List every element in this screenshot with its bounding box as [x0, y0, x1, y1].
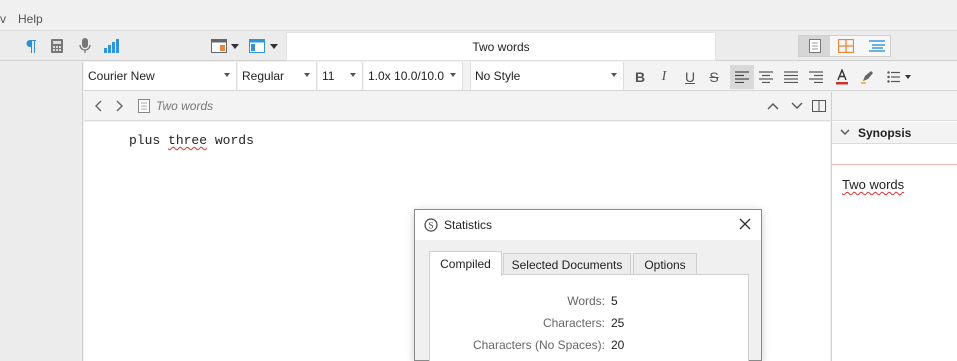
stat-label: Characters (No Spaces): [472, 338, 605, 352]
highlight-icon[interactable] [857, 67, 877, 87]
inspector-panel: Synopsis Two words [831, 92, 957, 361]
font-size-value: 11 [322, 69, 335, 83]
align-left-icon[interactable] [730, 65, 754, 89]
chevron-down-icon[interactable] [789, 98, 805, 114]
stat-row-words: Words: 5 [430, 294, 750, 312]
pilcrow-icon[interactable] [22, 37, 40, 55]
microphone-icon[interactable] [76, 37, 94, 55]
synopsis-divider [832, 164, 957, 165]
stat-value: 5 [611, 294, 618, 308]
svg-text:S: S [428, 221, 433, 231]
editor-content[interactable]: plus three words [129, 133, 254, 148]
bar-chart-icon[interactable] [102, 37, 120, 55]
document-title-field[interactable]: Two words [286, 32, 716, 61]
menu-help[interactable]: Help [12, 12, 49, 26]
style-value: No Style [475, 69, 521, 83]
synopsis-text[interactable]: Two words [842, 177, 904, 192]
panel-dropdown-icon[interactable] [268, 37, 280, 55]
tab-selected-documents[interactable]: Selected Documents [503, 253, 631, 275]
chevron-down-icon[interactable] [840, 129, 850, 136]
tab-options[interactable]: Options [633, 253, 697, 275]
font-size-select[interactable]: 11 [318, 62, 363, 90]
keyboard-icon[interactable] [48, 37, 66, 55]
panel-icon[interactable] [248, 37, 266, 55]
document-icon [136, 98, 152, 114]
chevron-up-icon[interactable] [765, 98, 781, 114]
editor-header: Two words [84, 92, 830, 121]
underline-button[interactable]: U [680, 67, 700, 87]
dialog-title: Statistics [444, 218, 493, 232]
stat-value: 20 [611, 338, 625, 352]
line-spacing-value: 1.0x 10.0/10.0 [368, 69, 445, 83]
synopsis-label: Synopsis [858, 125, 912, 140]
layout-icon[interactable] [210, 37, 228, 55]
corkboard-view-icon[interactable] [830, 36, 861, 56]
main-toolbar: Two words [0, 30, 957, 61]
font-family-select[interactable]: Courier New [84, 62, 237, 90]
font-weight-value: Regular [242, 69, 285, 83]
italic-button[interactable]: I [654, 67, 674, 87]
strikethrough-button[interactable]: S [704, 67, 724, 87]
close-icon[interactable] [737, 216, 753, 232]
back-icon[interactable] [90, 98, 106, 114]
tab-compiled[interactable]: Compiled [429, 251, 502, 276]
stat-value: 25 [611, 316, 625, 330]
split-editor-icon[interactable] [811, 98, 827, 114]
view-mode-group [798, 35, 891, 57]
align-center-icon[interactable] [756, 67, 776, 87]
stat-label: Characters: [542, 316, 605, 330]
stat-row-characters: Characters: 25 [430, 316, 750, 334]
statistics-dialog: S Statistics Compiled Selected Documents… [414, 209, 762, 361]
dialog-titlebar[interactable]: S Statistics [415, 210, 761, 240]
align-justify-icon[interactable] [781, 67, 801, 87]
scrivener-logo-icon: S [424, 218, 438, 232]
document-view-icon[interactable] [799, 36, 830, 56]
app-window: v Help Two words Courier New Regular 11 … [0, 0, 957, 361]
text-color-icon[interactable] [832, 67, 852, 87]
layout-dropdown-icon[interactable] [229, 37, 241, 55]
stat-label: Words: [567, 294, 605, 308]
font-weight-select[interactable]: Regular [238, 62, 317, 90]
binder-panel[interactable] [0, 62, 83, 361]
list-icon[interactable] [884, 67, 914, 87]
forward-icon[interactable] [112, 98, 128, 114]
bold-button[interactable]: B [630, 67, 650, 87]
outline-view-icon[interactable] [861, 36, 892, 56]
inspector-toolbar [832, 92, 957, 121]
misspelled-word[interactable]: three [168, 133, 207, 148]
align-right-icon[interactable] [806, 67, 826, 87]
editor-word: words [214, 133, 254, 148]
editor-document-title: Two words [156, 99, 214, 113]
style-select[interactable]: No Style [470, 62, 624, 90]
menu-view[interactable]: v [0, 12, 12, 26]
synopsis-header[interactable]: Synopsis [832, 122, 957, 144]
editor-word: plus [129, 133, 161, 148]
font-family-value: Courier New [88, 69, 155, 83]
compiled-stats-panel: Words: 5 Characters: 25 Characters (No S… [429, 274, 749, 361]
line-spacing-select[interactable]: 1.0x 10.0/10.0 [364, 62, 463, 90]
format-bar: Courier New Regular 11 1.0x 10.0/10.0 No… [84, 62, 957, 91]
stat-row-characters-no-spaces: Characters (No Spaces): 20 [430, 338, 750, 356]
menu-bar: v Help [0, 8, 957, 30]
